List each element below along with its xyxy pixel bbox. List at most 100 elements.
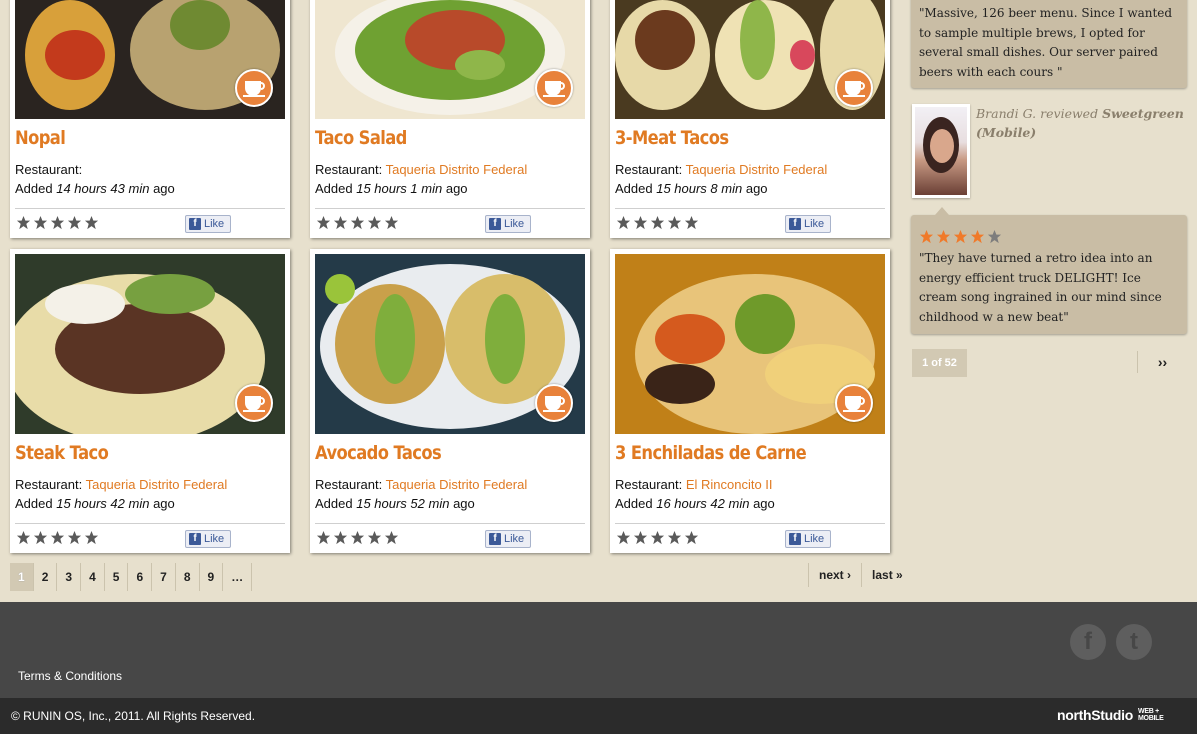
star-icon[interactable] [84, 215, 99, 235]
avatar[interactable] [912, 104, 970, 198]
star-icon[interactable] [316, 530, 331, 550]
star-icon[interactable] [667, 215, 682, 235]
facebook-like-button[interactable]: f Like [485, 215, 531, 233]
star-icon[interactable] [667, 530, 682, 550]
star-icon [953, 229, 968, 247]
next-page-link[interactable]: next › [808, 563, 861, 587]
dish-added: Added 15 hours 42 min ago [15, 496, 175, 511]
restaurant-link[interactable]: El Rinconcito II [686, 477, 773, 492]
divider [315, 523, 585, 524]
facebook-icon[interactable]: f [1070, 624, 1106, 660]
rating-stars[interactable] [16, 530, 99, 550]
page-link[interactable]: 2 [34, 563, 58, 591]
star-icon[interactable] [367, 215, 382, 235]
dish-card[interactable]: Avocado Tacos Restaurant: Taqueria Distr… [310, 249, 590, 553]
page-link[interactable]: 1 [10, 563, 34, 591]
star-icon[interactable] [350, 215, 365, 235]
divider [15, 523, 285, 524]
page-link[interactable]: 9 [200, 563, 224, 591]
star-icon[interactable] [633, 530, 648, 550]
dish-title[interactable]: Avocado Tacos [315, 442, 442, 464]
star-icon[interactable] [616, 530, 631, 550]
dish-title[interactable]: Nopal [15, 127, 66, 149]
review-bubble: "They have turned a retro idea into an e… [911, 207, 1187, 334]
star-icon[interactable] [333, 215, 348, 235]
star-icon[interactable] [650, 215, 665, 235]
page-link[interactable]: 5 [105, 563, 129, 591]
rating-stars[interactable] [616, 215, 699, 235]
star-icon[interactable] [316, 215, 331, 235]
star-icon [936, 229, 951, 247]
coffee-cup-icon [535, 69, 573, 107]
review-pager: 1 of 52 ›› [912, 349, 1187, 377]
restaurant-link[interactable]: Taqueria Distrito Federal [386, 477, 528, 492]
dish-card[interactable]: Taco Salad Restaurant: Taqueria Distrito… [310, 0, 590, 238]
coffee-cup-icon [235, 69, 273, 107]
rating-stars[interactable] [16, 215, 99, 235]
dish-title[interactable]: 3 Enchiladas de Carne [615, 442, 807, 464]
star-icon[interactable] [616, 215, 631, 235]
star-icon[interactable] [384, 530, 399, 550]
star-icon[interactable] [367, 530, 382, 550]
dish-card[interactable]: Steak Taco Restaurant: Taqueria Distrito… [10, 249, 290, 553]
facebook-like-button[interactable]: f Like [785, 530, 831, 548]
star-icon[interactable] [384, 215, 399, 235]
dish-photo[interactable] [15, 0, 285, 119]
star-icon[interactable] [33, 530, 48, 550]
dish-card[interactable]: 3-Meat Tacos Restaurant: Taqueria Distri… [610, 0, 890, 238]
star-icon [970, 229, 985, 247]
rating-stars[interactable] [316, 530, 399, 550]
terms-link[interactable]: Terms & Conditions [18, 669, 122, 683]
dish-title[interactable]: Steak Taco [15, 442, 109, 464]
star-icon[interactable] [350, 530, 365, 550]
page-link[interactable]: 6 [128, 563, 153, 591]
star-icon[interactable] [684, 530, 699, 550]
facebook-like-button[interactable]: f Like [185, 215, 231, 233]
restaurant-link[interactable]: Taqueria Distrito Federal [686, 162, 828, 177]
facebook-like-button[interactable]: f Like [485, 530, 531, 548]
star-icon[interactable] [16, 215, 31, 235]
last-page-link[interactable]: last » [861, 563, 913, 587]
dish-title[interactable]: Taco Salad [315, 127, 407, 149]
dish-photo[interactable] [315, 0, 585, 119]
coffee-cup-icon [535, 384, 573, 422]
page-link[interactable]: 7 [152, 563, 176, 591]
twitter-icon[interactable]: t [1116, 624, 1152, 660]
coffee-cup-icon [835, 384, 873, 422]
dish-card[interactable]: 3 Enchiladas de Carne Restaurant: El Rin… [610, 249, 890, 553]
star-icon[interactable] [650, 530, 665, 550]
page-link[interactable]: 4 [81, 563, 105, 591]
reviewer-name[interactable]: Brandi G. [976, 106, 1036, 121]
star-icon[interactable] [67, 215, 82, 235]
star-icon[interactable] [633, 215, 648, 235]
page-link[interactable]: 8 [176, 563, 200, 591]
page-ellipsis[interactable]: … [223, 563, 253, 591]
dish-added: Added 16 hours 42 min ago [615, 496, 775, 511]
star-icon[interactable] [50, 215, 65, 235]
dish-title[interactable]: 3-Meat Tacos [615, 127, 729, 149]
restaurant-link[interactable]: Taqueria Distrito Federal [386, 162, 528, 177]
facebook-like-button[interactable]: f Like [185, 530, 231, 548]
dish-photo[interactable] [615, 254, 885, 434]
star-icon[interactable] [67, 530, 82, 550]
rating-stars[interactable] [316, 215, 399, 235]
facebook-like-button[interactable]: f Like [785, 215, 831, 233]
next-review-button[interactable]: ›› [1137, 351, 1187, 373]
rating-stars[interactable] [616, 530, 699, 550]
page-link[interactable]: 3 [57, 563, 82, 591]
dish-photo[interactable] [615, 0, 885, 119]
dish-photo[interactable] [315, 254, 585, 434]
star-icon[interactable] [16, 530, 31, 550]
star-icon[interactable] [333, 530, 348, 550]
star-icon[interactable] [33, 215, 48, 235]
facebook-icon: f [789, 218, 801, 230]
review-count: 1 of 52 [912, 349, 967, 377]
dish-card[interactable]: Nopal Restaurant: Added 14 hours 43 min … [10, 0, 290, 238]
northstudio-logo[interactable]: northStudio WEB + MOBILE [1057, 707, 1164, 723]
star-icon[interactable] [50, 530, 65, 550]
restaurant-link[interactable]: Taqueria Distrito Federal [86, 477, 228, 492]
star-icon[interactable] [684, 215, 699, 235]
star-icon[interactable] [84, 530, 99, 550]
bubble-pointer [935, 207, 949, 215]
dish-photo[interactable] [15, 254, 285, 434]
